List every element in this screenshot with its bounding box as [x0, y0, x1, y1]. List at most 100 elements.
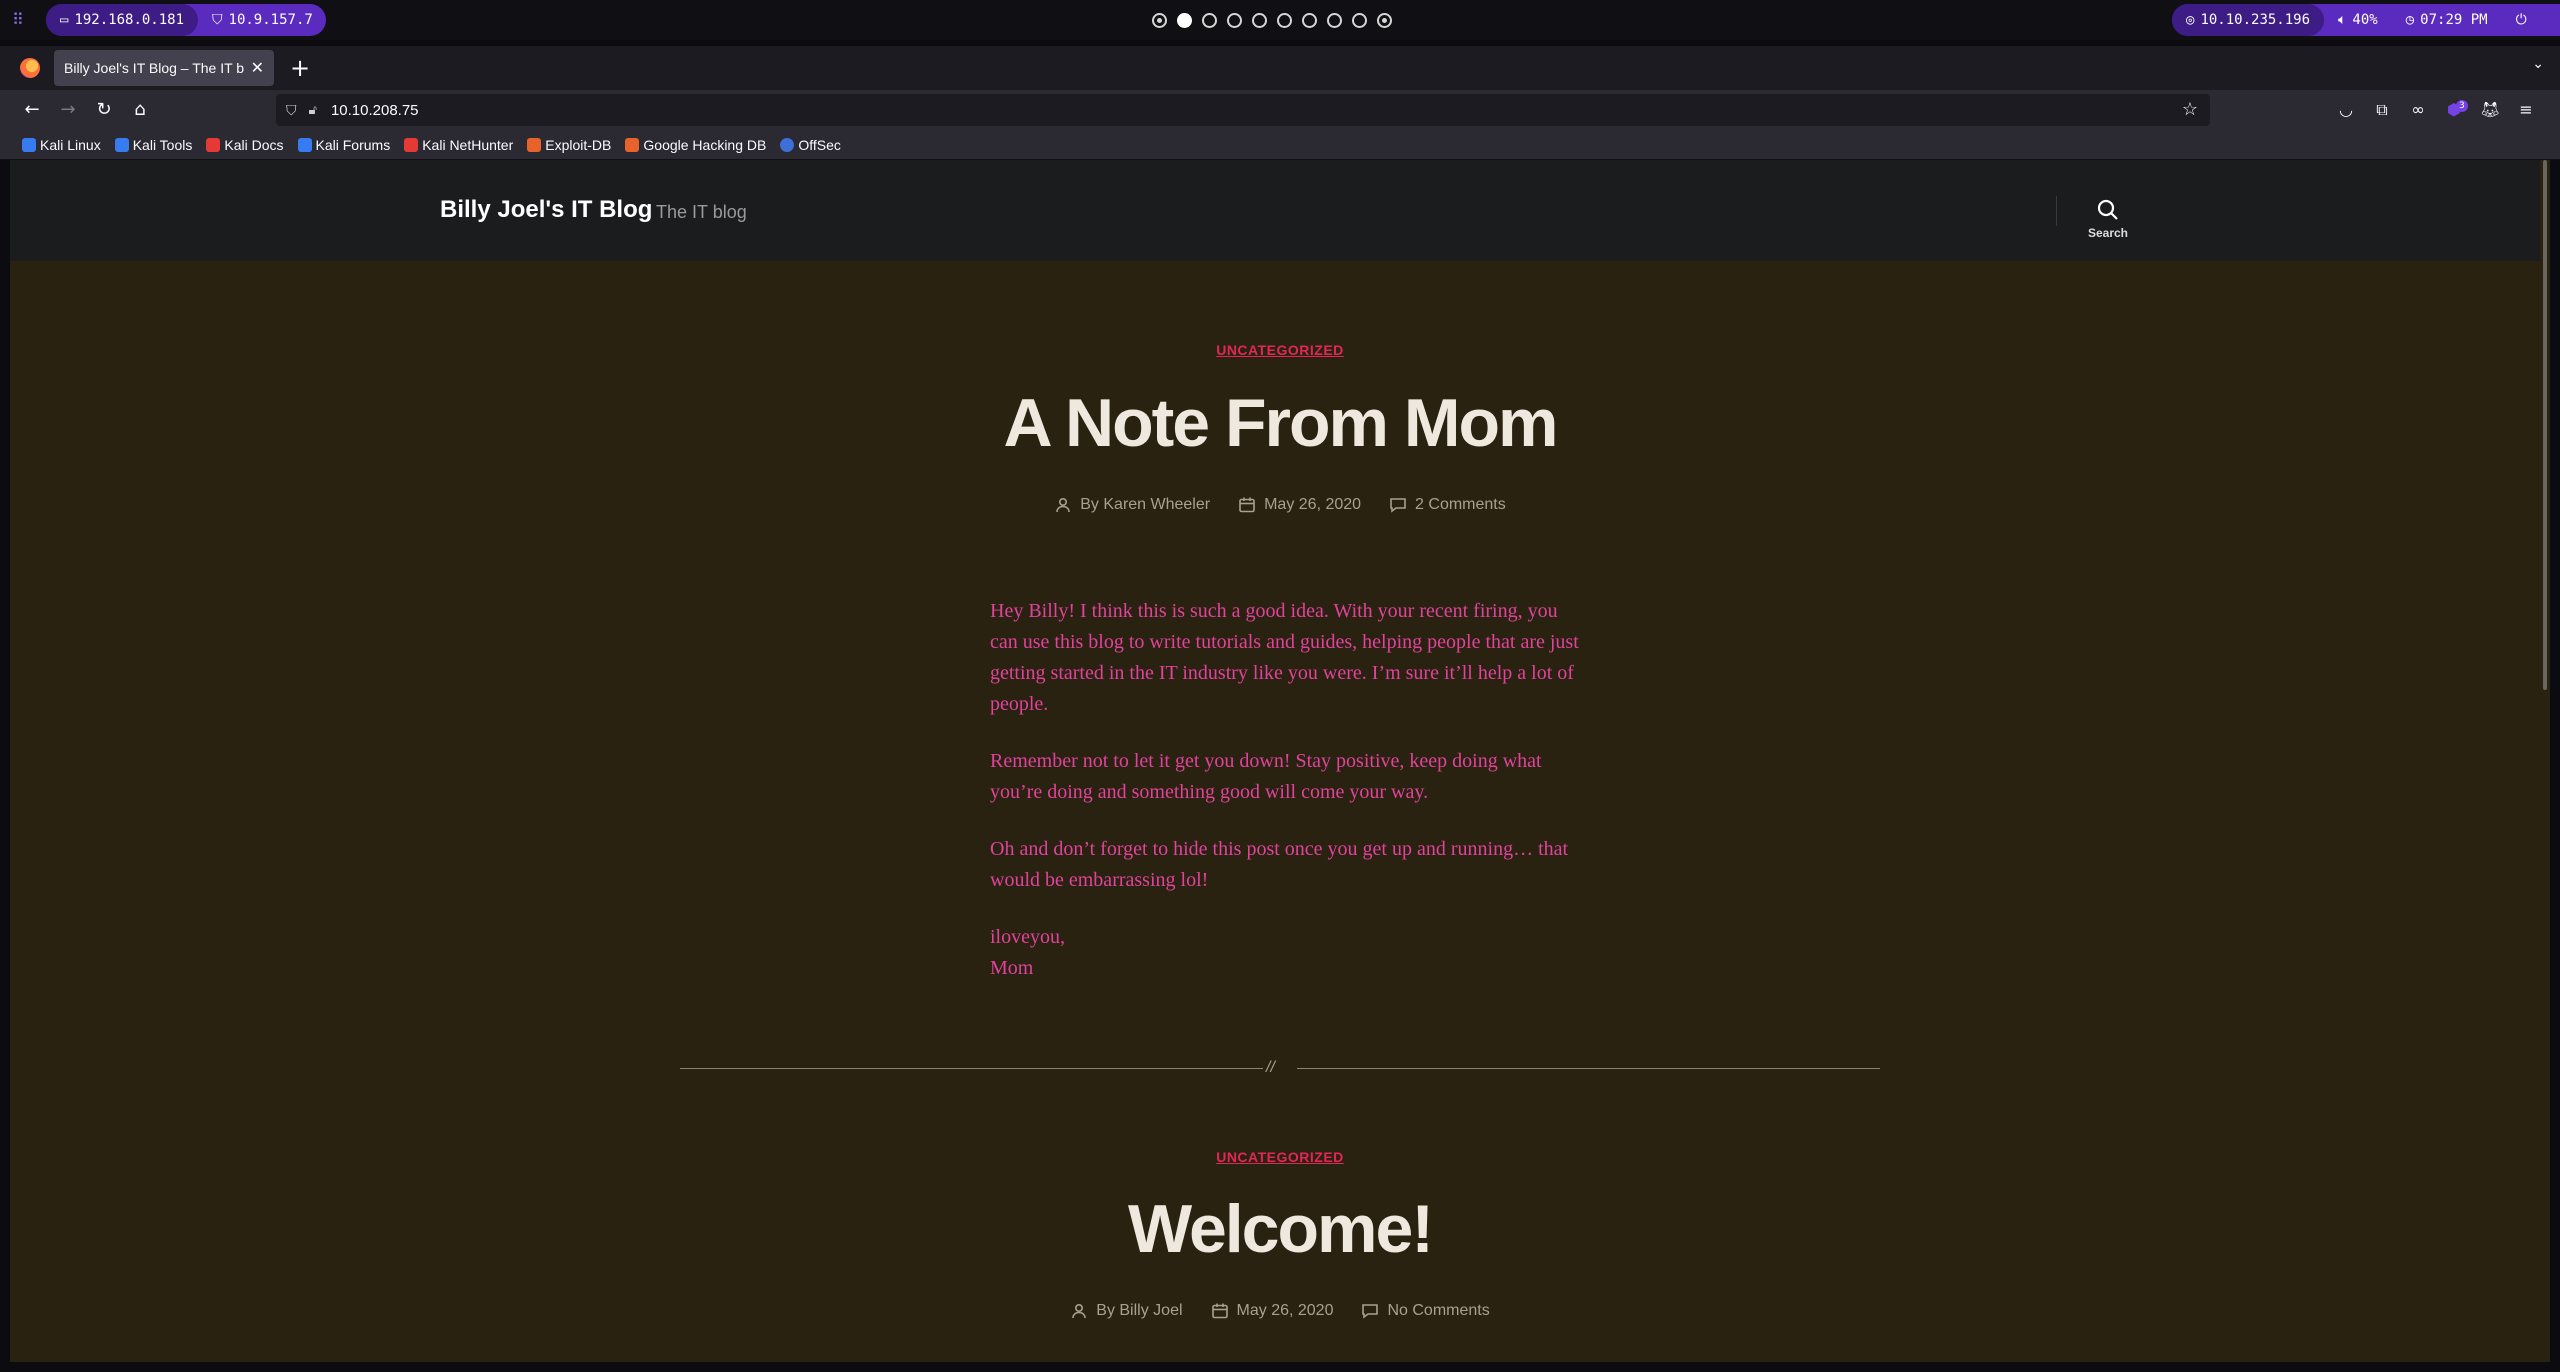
pocket-icon[interactable]: ◡ — [2334, 98, 2358, 122]
url-text[interactable]: 10.10.208.75 — [331, 102, 419, 119]
kali-nethunter-icon — [404, 137, 419, 152]
hamburger-menu-icon[interactable]: ≡ — [2514, 98, 2538, 122]
post-date[interactable]: May 26, 2020 — [1238, 496, 1361, 514]
foxyproxy-icon[interactable]: 🦊︎ — [2478, 98, 2502, 122]
workspace-5[interactable] — [1252, 12, 1267, 28]
monitor-icon: ▭ — [60, 12, 69, 28]
bookmark-kali-linux[interactable]: Kali Linux — [22, 137, 101, 153]
post-2-date-text[interactable]: May 26, 2020 — [1237, 1302, 1334, 1320]
status-pill: ◎ 10.10.235.196 🔈︎ 40% ◷ 07:29 PM ⏻ — [2172, 4, 2560, 36]
post-2-comments-text[interactable]: No Comments — [1387, 1302, 1489, 1320]
kali-dragon-icon — [22, 137, 36, 152]
insecure-lock-icon[interactable]: 🔓︎ — [309, 102, 317, 118]
bookmark-label: OffSec — [798, 136, 841, 153]
search-toggle-button[interactable]: Search — [2078, 198, 2138, 242]
post-paragraph-3: Oh and don’t forget to hide this post on… — [990, 838, 1569, 891]
separator-line-right — [1297, 1068, 1880, 1069]
volume-segment[interactable]: 🔈︎ 40% — [2324, 4, 2392, 36]
workspace-4[interactable] — [1227, 12, 1242, 28]
vpn-ip-segment: ⛉ 10.9.157.7 — [198, 4, 327, 36]
workspace-8[interactable] — [1327, 12, 1342, 28]
kali-forums-icon — [297, 137, 312, 152]
kali-tools-icon — [114, 137, 129, 152]
bookmark-offsec[interactable]: OffSec — [780, 137, 841, 153]
post-2-title[interactable]: Welcome! — [10, 1190, 2550, 1268]
address-bar[interactable]: ⛉ 🔓︎ 10.10.208.75 ☆ — [276, 94, 2210, 126]
glasses-icon[interactable]: ∞ — [2406, 98, 2430, 122]
close-tab-icon[interactable]: ✕ — [251, 58, 264, 78]
post-2-category-link[interactable]: UNCATEGORIZED — [1216, 1149, 1344, 1165]
tracking-shield-icon[interactable]: ⛉ — [286, 102, 297, 119]
post-comments-text[interactable]: 2 Comments — [1415, 496, 1506, 514]
volume-text: 40% — [2352, 12, 2378, 28]
navigation-toolbar: ← → ↻ ⌂ ⛉ 🔓︎ 10.10.208.75 ☆ ◡ ⧉ ∞ ⬢ 3 🦊︎… — [0, 90, 2560, 130]
extensions-puzzle-icon[interactable]: ⧉ — [2370, 98, 2394, 122]
bookmark-star-icon[interactable]: ☆ — [2182, 99, 2198, 120]
forward-arrow-icon[interactable]: → — [56, 98, 80, 122]
power-icon[interactable]: ⏻ — [2516, 12, 2527, 28]
workspace-10[interactable] — [1377, 12, 1392, 28]
offsec-icon — [780, 137, 795, 152]
workspace-9[interactable] — [1352, 12, 1367, 28]
bookmark-kali-forums[interactable]: Kali Forums — [297, 137, 390, 153]
firefox-logo-icon — [20, 58, 40, 78]
post-category-link[interactable]: UNCATEGORIZED — [1216, 342, 1344, 358]
post-2-author-text[interactable]: By Billy Joel — [1096, 1302, 1182, 1320]
post-comments[interactable]: 2 Comments — [1389, 496, 1506, 514]
exploit-db-icon — [527, 137, 542, 152]
back-arrow-icon[interactable]: ← — [20, 98, 44, 122]
post-2-meta: By Billy Joel May 26, 2020 No Comments — [10, 1302, 2550, 1320]
page-scrollbar[interactable] — [2540, 160, 2550, 1362]
post-2-comments[interactable]: No Comments — [1361, 1302, 1490, 1320]
search-label: Search — [2087, 226, 2129, 240]
workspace-switcher — [1152, 12, 1392, 28]
network-pill: ▭ 192.168.0.181 ⛉ 10.9.157.7 — [46, 4, 326, 36]
local-ip-text: 192.168.0.181 — [74, 12, 185, 28]
workspace-3[interactable] — [1202, 12, 1217, 28]
post-author[interactable]: By Karen Wheeler — [1054, 496, 1210, 514]
speaker-icon: 🔈︎ — [2338, 12, 2347, 28]
bookmark-kali-nethunter[interactable]: Kali NetHunter — [404, 137, 513, 153]
kali-docs-icon — [206, 137, 221, 152]
post-2-title-wrap: Welcome! — [10, 1190, 2550, 1268]
comment-icon — [1362, 1304, 1379, 1319]
bookmark-kali-docs[interactable]: Kali Docs — [206, 137, 284, 153]
local-ip-segment: ▭ 192.168.0.181 — [46, 4, 199, 36]
new-tab-button[interactable]: + — [290, 54, 310, 82]
workspace-7[interactable] — [1302, 12, 1317, 28]
home-icon[interactable]: ⌂ — [128, 98, 152, 122]
separator-slashes: // — [1266, 1059, 1275, 1076]
calendar-icon — [1211, 1303, 1228, 1319]
reload-icon[interactable]: ↻ — [92, 98, 116, 122]
scrollbar-thumb[interactable] — [2543, 160, 2547, 690]
workspace-1[interactable] — [1152, 12, 1167, 28]
post-separator: // — [680, 1059, 1880, 1079]
post-signoff: iloveyou, Mom — [990, 922, 1590, 984]
extension-shield-icon[interactable]: ⬢ 3 — [2442, 98, 2468, 122]
bookmark-kali-tools[interactable]: Kali Tools — [114, 136, 193, 153]
bookmark-label: Google Hacking DB — [643, 136, 767, 153]
post-author-text[interactable]: By Karen Wheeler — [1080, 496, 1210, 514]
workspace-6[interactable] — [1277, 12, 1292, 28]
tab-active[interactable]: Billy Joel's IT Blog – The IT blog ✕ — [54, 50, 274, 86]
post-date-text[interactable]: May 26, 2020 — [1264, 496, 1361, 514]
bookmark-label: Kali Tools — [132, 136, 193, 153]
clock-icon: ◷ — [2405, 12, 2415, 28]
bookmark-exploit-db[interactable]: Exploit-DB — [527, 137, 611, 153]
system-top-bar: ⠿ ▭ 192.168.0.181 ⛉ 10.9.157.7 ◎ 10.10.2… — [0, 0, 2560, 40]
post-2-author[interactable]: By Billy Joel — [1070, 1302, 1183, 1320]
power-segment[interactable]: ⏻ — [2502, 4, 2541, 36]
ghdb-icon — [625, 137, 640, 152]
search-icon — [2097, 199, 2118, 220]
list-all-tabs-chevron-icon[interactable]: ⌄ — [2532, 56, 2544, 72]
bookmark-google-hacking-db[interactable]: Google Hacking DB — [625, 137, 766, 153]
post-2-header: UNCATEGORIZED — [10, 1147, 2550, 1166]
site-description: The IT blog — [656, 202, 747, 222]
post-header: UNCATEGORIZED — [10, 340, 2550, 359]
post-2-date[interactable]: May 26, 2020 — [1211, 1302, 1334, 1320]
workspace-2[interactable] — [1177, 12, 1192, 28]
post-title[interactable]: A Note From Mom — [10, 384, 2550, 462]
apps-menu-icon[interactable]: ⠿ — [12, 10, 32, 30]
site-title[interactable]: Billy Joel's IT Blog — [440, 196, 652, 224]
clock-segment: ◷ 07:29 PM — [2392, 4, 2502, 36]
